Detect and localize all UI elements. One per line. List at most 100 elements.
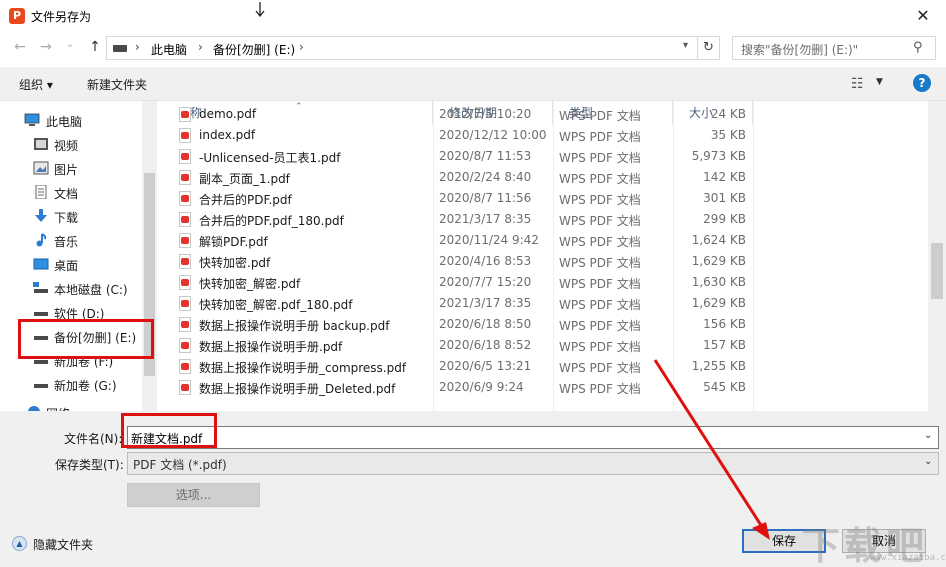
nav-item-downloads[interactable]: 下载 [0,205,150,227]
filename-label: 文件名(N): [64,432,123,446]
breadcrumb-drive-e[interactable]: 备份[勿删] (E:) [213,41,295,58]
nav-item-drive-c[interactable]: 本地磁盘 (C:) [0,277,150,299]
file-type-cell: WPS PDF 文档 [559,109,641,123]
file-name-cell: index.pdf [199,128,256,142]
back-arrow-icon[interactable]: ← [10,39,30,57]
file-size-cell: 545 KB [703,380,746,394]
music-icon [36,233,47,247]
drive-icon [113,45,127,52]
navigation-pane: 此电脑 视频 图片 文档 下载 音乐 桌面 本地磁盘 (C:) 软件 (D:) … [0,101,158,411]
table-row[interactable]: 合并后的PDF.pdf_180.pdf 2021/3/17 8:35 WPS PDF… [162,209,932,230]
search-box[interactable]: 搜索"备份[勿删] (E:)" ⚲ [732,36,936,60]
computer-icon [24,113,40,126]
filename-dropdown-icon[interactable]: ⌄ [924,430,932,441]
filetype-value: PDF 文档 (*.pdf) [133,458,227,472]
window-title: 文件另存为 [31,10,92,24]
file-type-cell: WPS PDF 文档 [559,151,641,165]
file-size-cell: 1,629 KB [691,296,746,310]
watermark-url: www.xiazaiba.com [870,553,946,563]
search-icon[interactable]: ⚲ [913,40,923,55]
file-size-cell: 299 KB [703,212,746,226]
filetype-label: 保存类型(T): [55,458,124,472]
filetype-select[interactable]: PDF 文档 (*.pdf) ⌄ [127,452,939,475]
table-row[interactable]: 数据上报操作说明手册.pdf 2020/6/18 8:52 WPS PDF 文档 15… [162,335,932,356]
table-row[interactable]: 快转加密_解密.pdf 2020/7/7 15:20 WPS PDF 文档 1,630… [162,272,932,293]
file-size-cell: 5,973 KB [691,149,746,163]
file-name-cell: 数据上报操作说明手册_compress.pdf [199,361,407,375]
file-type-cell: WPS PDF 文档 [559,382,641,396]
video-icon [34,138,48,150]
organize-button[interactable]: 组织 ▾ [19,76,53,93]
pdf-file-icon [179,128,191,143]
forward-arrow-icon[interactable]: → [36,39,56,57]
file-type-cell: WPS PDF 文档 [559,235,641,249]
desktop-icon [33,258,49,270]
table-row[interactable]: demo.pdf 2012/7/5 10:20 WPS PDF 文档 24 KB [162,104,932,125]
up-arrow-icon[interactable]: ↑ [85,39,105,57]
file-size-cell: 35 KB [710,128,746,142]
file-date-cell: 2020/8/7 11:56 [439,191,532,205]
command-toolbar: 组织 ▾ 新建文件夹 ☷ ▼ ? [0,67,946,101]
file-size-cell: 1,255 KB [691,359,746,373]
file-date-cell: 2020/6/18 8:52 [439,338,532,352]
view-options-icon[interactable]: ☷ [851,76,864,92]
nav-pane-scrollbar[interactable] [142,101,157,411]
file-type-cell: WPS PDF 文档 [559,130,641,144]
nav-item-this-pc[interactable]: 此电脑 [0,109,150,131]
nav-item-desktop[interactable]: 桌面 [0,253,150,275]
table-row[interactable]: 数据上报操作说明手册 backup.pdf 2020/6/18 8:50 WPS P… [162,314,932,335]
pdf-file-icon [179,233,191,248]
file-date-cell: 2020/11/24 9:42 [439,233,539,247]
help-icon[interactable]: ? [913,74,931,92]
nav-item-videos[interactable]: 视频 [0,133,150,155]
file-date-cell: 2020/7/7 15:20 [439,275,532,289]
address-bar[interactable]: › 此电脑 › 备份[勿删] (E:) › ▾ [106,36,698,60]
filename-field[interactable]: 新建文档.pdf ⌄ [127,426,939,449]
file-list-scrollbar[interactable] [928,101,946,411]
nav-item-pictures[interactable]: 图片 [0,157,150,179]
nav-item-drive-g[interactable]: 新加卷 (G:) [0,373,150,395]
breadcrumb-separator: › [198,40,203,54]
file-type-cell: WPS PDF 文档 [559,193,641,207]
file-list-scroll-thumb[interactable] [931,243,943,299]
nav-label: 图片 [54,163,79,177]
nav-item-music[interactable]: 音乐 [0,229,150,251]
table-row[interactable]: 解锁PDF.pdf 2020/11/24 9:42 WPS PDF 文档 1,624 … [162,230,932,251]
file-date-cell: 2020/2/24 8:40 [439,170,532,184]
options-button[interactable]: 选项... [127,483,260,507]
new-folder-button[interactable]: 新建文件夹 [87,76,147,93]
table-row[interactable]: 数据上报操作说明手册_compress.pdf 2020/6/5 13:21 WPS… [162,356,932,377]
filetype-dropdown-icon[interactable]: ⌄ [924,456,932,467]
file-name-cell: demo.pdf [199,107,257,121]
nav-item-network[interactable]: 网络 [0,401,150,411]
view-dropdown-icon[interactable]: ▼ [876,77,883,87]
file-name-cell: 副本_页面_1.pdf [199,172,290,186]
nav-item-documents[interactable]: 文档 [0,181,150,203]
file-type-cell: WPS PDF 文档 [559,361,641,375]
breadcrumb-this-pc[interactable]: 此电脑 [151,41,187,58]
table-row[interactable]: 副本_页面_1.pdf 2020/2/24 8:40 WPS PDF 文档 142 K… [162,167,932,188]
table-row[interactable]: 快转加密.pdf 2020/4/16 8:53 WPS PDF 文档 1,629 KB [162,251,932,272]
address-dropdown-icon[interactable]: ▾ [683,40,688,51]
file-name-cell: 合并后的PDF.pdf [199,193,292,207]
table-row[interactable]: 合并后的PDF.pdf 2020/8/7 11:56 WPS PDF 文档 301 K… [162,188,932,209]
file-name-cell: 数据上报操作说明手册 backup.pdf [199,319,390,333]
table-row[interactable]: 数据上报操作说明手册_Deleted.pdf 2020/6/9 9:24 WPS P… [162,377,932,398]
file-date-cell: 2012/7/5 10:20 [439,107,532,121]
pdf-file-icon [179,359,191,374]
pdf-file-icon [179,296,191,311]
table-row[interactable]: 快转加密_解密.pdf_180.pdf 2021/3/17 8:35 WPS PDF… [162,293,932,314]
pdf-file-icon [179,170,191,185]
file-size-cell: 1,629 KB [691,254,746,268]
table-row[interactable]: -Unlicensed-员工表1.pdf 2020/8/7 11:53 WPS PD… [162,146,932,167]
table-row[interactable]: index.pdf 2020/12/12 10:00 WPS PDF 文档 35 KB [162,125,932,146]
refresh-button[interactable]: ↻ [698,36,720,60]
recent-locations-icon[interactable]: ⌄ [60,39,80,57]
close-button[interactable]: ✕ [900,0,946,32]
file-type-cell: WPS PDF 文档 [559,256,641,270]
annotation-box-filename [121,413,217,448]
file-name-cell: 快转加密_解密.pdf_180.pdf [199,298,353,312]
search-input[interactable]: 搜索"备份[勿删] (E:)" [741,41,858,58]
pdf-file-icon [179,317,191,332]
pdf-file-icon [179,338,191,353]
